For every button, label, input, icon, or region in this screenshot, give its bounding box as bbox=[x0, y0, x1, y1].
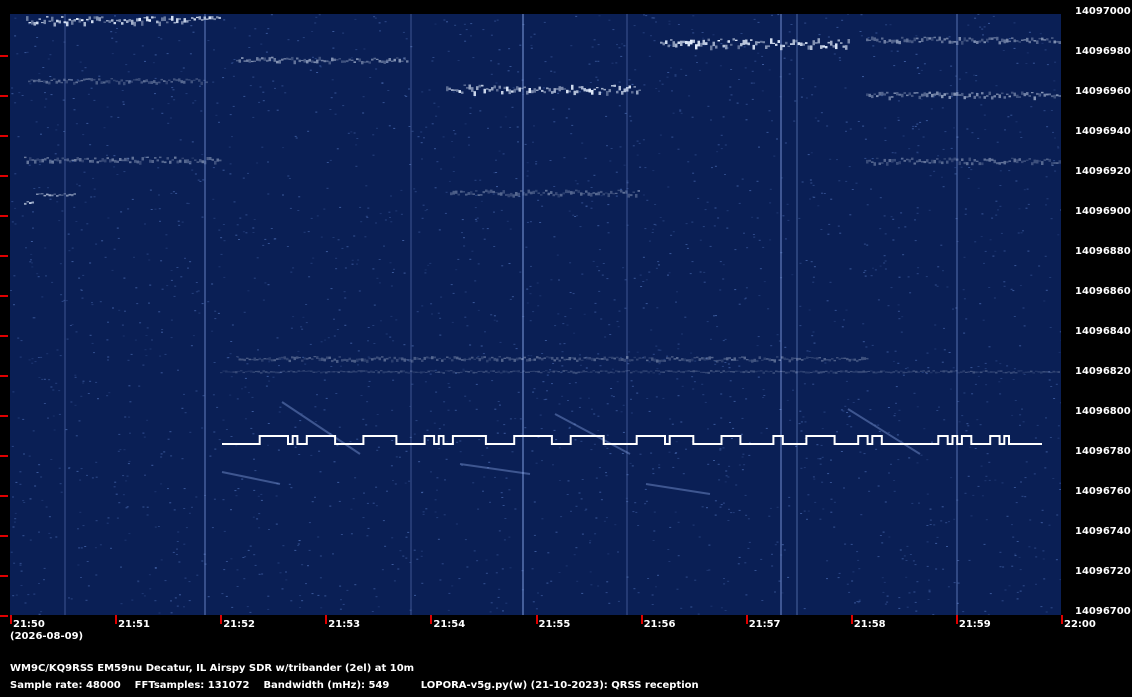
signal-band bbox=[236, 356, 869, 363]
time-tick-mark bbox=[850, 615, 853, 624]
software-version: LOPORA-v5g.py(w) (21-10-2023): QRSS rece… bbox=[420, 680, 699, 691]
time-tick-mark bbox=[1061, 615, 1063, 624]
time-tick-label: 21:53 bbox=[328, 619, 361, 630]
signal-band bbox=[28, 78, 208, 86]
date-label: (2026-08-09) bbox=[10, 631, 84, 642]
time-tick-mark bbox=[535, 615, 538, 624]
signal-band bbox=[450, 189, 640, 198]
fft-samples: FFTsamples: 131072 bbox=[134, 680, 250, 691]
frequency-tick-label: 14096720 bbox=[1075, 566, 1131, 577]
frequency-tick-label: 14096840 bbox=[1075, 326, 1131, 337]
frequency-tick-mark bbox=[0, 615, 8, 617]
frequency-tick-mark bbox=[0, 255, 8, 257]
vertical-artifact-line bbox=[204, 14, 206, 615]
frequency-tick-mark bbox=[0, 495, 8, 497]
vertical-artifact-line bbox=[796, 14, 798, 615]
diagonal-streak bbox=[281, 401, 361, 455]
frequency-tick-label: 14096700 bbox=[1075, 606, 1131, 617]
frequency-tick-mark bbox=[0, 215, 8, 217]
frequency-tick-label: 14096960 bbox=[1075, 86, 1131, 97]
time-tick-mark bbox=[220, 615, 223, 624]
frequency-tick-mark bbox=[0, 335, 8, 337]
waterfall-spectrogram bbox=[10, 14, 1061, 615]
frequency-tick-label: 14096800 bbox=[1075, 406, 1131, 417]
station-description: WM9C/KQ9RSS EM59nu Decatur, IL Airspy SD… bbox=[10, 663, 415, 674]
signal-band bbox=[236, 56, 409, 65]
time-tick-label: 21:50 bbox=[13, 619, 45, 630]
time-tick-mark bbox=[325, 615, 328, 624]
frequency-tick-label: 14096740 bbox=[1075, 526, 1131, 537]
frequency-tick-mark bbox=[0, 455, 8, 457]
signal-band bbox=[24, 201, 34, 205]
frequency-tick-label: 14096900 bbox=[1075, 206, 1131, 217]
frequency-tick-mark bbox=[0, 175, 8, 177]
frequency-tick-label: 14096980 bbox=[1075, 46, 1131, 57]
signal-band bbox=[220, 370, 1060, 375]
sample-rate: Sample rate: 48000 bbox=[10, 680, 121, 691]
time-tick-label: 21:55 bbox=[538, 619, 571, 630]
frequency-tick-label: 14096820 bbox=[1075, 366, 1131, 377]
time-tick-label: 21:58 bbox=[853, 619, 886, 630]
frequency-tick-mark bbox=[0, 575, 8, 577]
vertical-artifact-line bbox=[626, 14, 628, 615]
time-tick-label: 21:52 bbox=[223, 619, 256, 630]
signal-band bbox=[24, 156, 222, 165]
signal-band bbox=[866, 157, 1061, 166]
time-tick-label: 21:56 bbox=[643, 619, 676, 630]
time-tick-label: 21:59 bbox=[958, 619, 991, 630]
frequency-tick-mark bbox=[0, 535, 8, 537]
frequency-tick-label: 14096880 bbox=[1075, 246, 1131, 257]
info-line: Sample rate: 48000 FFTsamples: 131072 Ba… bbox=[10, 680, 699, 691]
frequency-tick-mark bbox=[0, 95, 8, 97]
vertical-artifact-line bbox=[522, 14, 524, 615]
frequency-tick-mark bbox=[0, 375, 8, 377]
frequency-tick-mark bbox=[0, 415, 8, 417]
signal-band bbox=[866, 91, 1061, 101]
frequency-tick-label: 14096940 bbox=[1075, 126, 1131, 137]
vertical-artifact-line bbox=[410, 14, 412, 615]
frequency-tick-label: 14096780 bbox=[1075, 446, 1131, 457]
time-tick-label: 21:57 bbox=[748, 619, 781, 630]
signal-band bbox=[866, 36, 1061, 45]
frequency-tick-mark bbox=[0, 135, 8, 137]
noise-layer bbox=[10, 14, 1061, 615]
vertical-artifact-line bbox=[956, 14, 958, 615]
time-tick-mark bbox=[115, 615, 118, 624]
time-tick-mark bbox=[430, 615, 433, 624]
time-tick-mark bbox=[745, 615, 748, 624]
frequency-tick-label: 14096760 bbox=[1075, 486, 1131, 497]
time-tick-mark bbox=[10, 615, 12, 624]
time-tick-mark bbox=[955, 615, 958, 624]
signal-band bbox=[660, 38, 850, 51]
signal-band bbox=[446, 84, 641, 96]
time-tick-label: 22:00 bbox=[1064, 619, 1096, 630]
frequency-tick-mark bbox=[0, 55, 8, 57]
frequency-tick-label: 14097000 bbox=[1075, 6, 1131, 17]
diagonal-streak bbox=[645, 483, 711, 495]
waterfall-canvas bbox=[10, 14, 1061, 615]
vertical-artifact-line bbox=[64, 14, 66, 615]
signal-band bbox=[36, 193, 76, 197]
signal-band bbox=[26, 15, 221, 27]
diagonal-streak bbox=[554, 413, 631, 455]
time-tick-label: 21:51 bbox=[118, 619, 150, 630]
frequency-tick-mark bbox=[0, 295, 8, 297]
diagonal-streak bbox=[459, 463, 531, 475]
diagonal-streak bbox=[847, 408, 921, 455]
frequency-tick-label: 14096920 bbox=[1075, 166, 1131, 177]
diagonal-streak bbox=[221, 471, 281, 485]
time-tick-mark bbox=[640, 615, 643, 624]
vertical-artifact-line bbox=[780, 14, 782, 615]
bandwidth: Bandwidth (mHz): 549 bbox=[263, 680, 390, 691]
frequency-tick-label: 14096860 bbox=[1075, 286, 1131, 297]
time-tick-label: 21:54 bbox=[433, 619, 466, 630]
